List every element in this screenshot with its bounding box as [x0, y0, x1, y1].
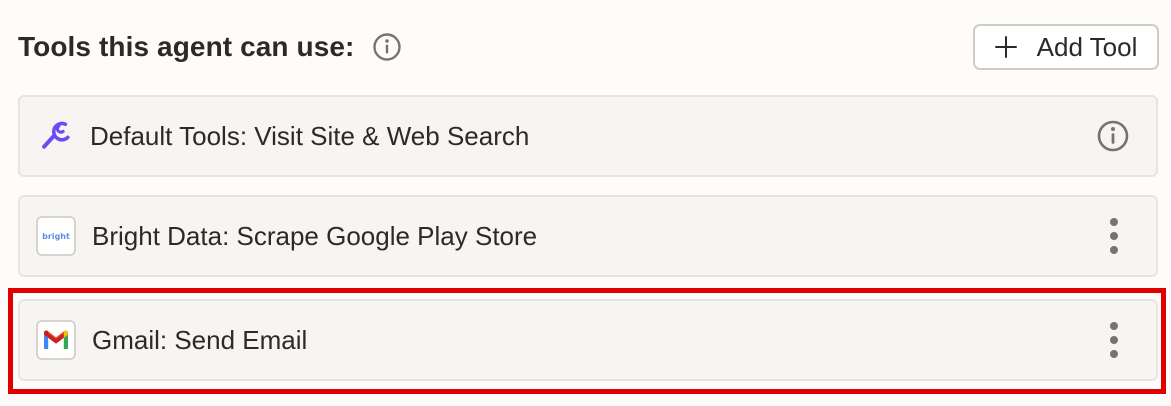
tool-row-default-tools[interactable]: Default Tools: Visit Site & Web Search	[18, 95, 1158, 177]
tool-label-default-tools: Default Tools: Visit Site & Web Search	[90, 120, 530, 151]
tools-header: Tools this agent can use: Add Tool	[18, 24, 1159, 70]
plus-icon	[994, 36, 1017, 58]
bright-data-logo-text: bright	[42, 231, 70, 241]
tool-row-bright-data[interactable]: bright Bright Data: Scrape Google Play S…	[18, 195, 1158, 277]
more-vertical-icon[interactable]	[1106, 322, 1122, 358]
gmail-logo	[36, 320, 76, 360]
dot	[1110, 246, 1118, 254]
info-icon[interactable]	[372, 32, 402, 62]
bright-data-logo: bright	[36, 216, 76, 256]
more-vertical-icon[interactable]	[1106, 218, 1122, 254]
tool-label-bright-data: Bright Data: Scrape Google Play Store	[92, 220, 538, 251]
tool-label-gmail: Gmail: Send Email	[92, 324, 308, 355]
dot	[1110, 232, 1118, 240]
tools-title: Tools this agent can use:	[18, 31, 355, 62]
dot	[1110, 322, 1118, 330]
dot	[1110, 336, 1118, 344]
header-title-group: Tools this agent can use:	[18, 31, 402, 63]
tools-panel: Tools this agent can use: Add Tool Defau…	[0, 0, 1171, 406]
add-tool-button[interactable]: Add Tool	[973, 24, 1159, 70]
dot	[1110, 218, 1118, 226]
tool-row-gmail[interactable]: Gmail: Send Email	[18, 299, 1158, 381]
info-icon[interactable]	[1096, 119, 1130, 153]
wrench-icon	[36, 116, 76, 156]
add-tool-label: Add Tool	[1036, 31, 1138, 62]
dot	[1110, 350, 1118, 358]
